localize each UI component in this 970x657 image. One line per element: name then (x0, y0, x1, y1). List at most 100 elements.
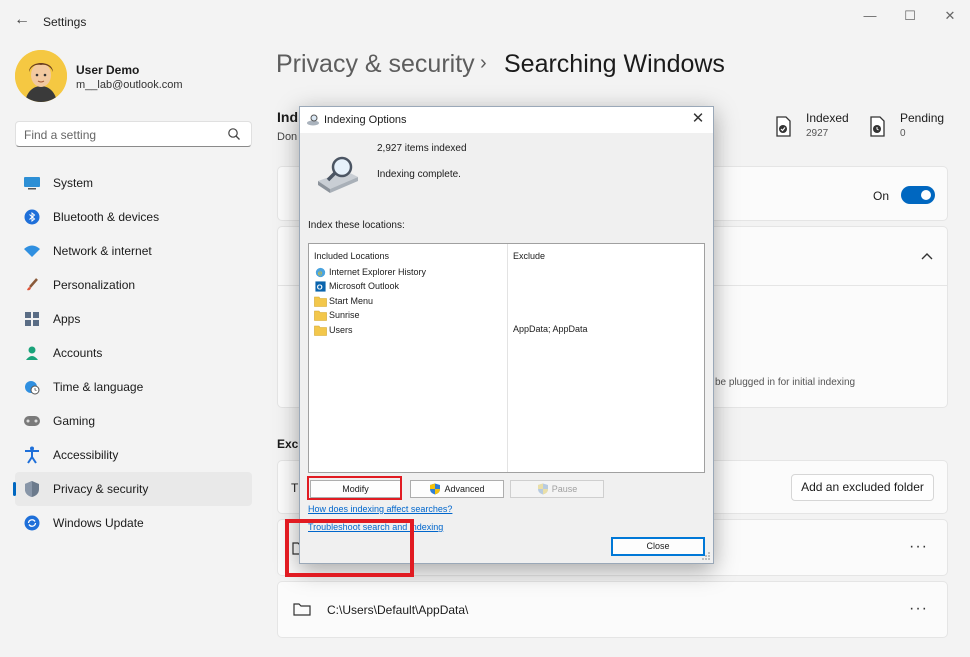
index-locations-label: Index these locations: (308, 220, 405, 231)
ie-history-icon: e (315, 267, 326, 277)
excluded-folder-path: C:\Users\Default\AppData\ (327, 603, 469, 617)
sidebar-item-apps[interactable]: Apps (15, 302, 252, 336)
svg-text:O: O (317, 282, 323, 291)
monitor-icon (23, 174, 41, 192)
advanced-button[interactable]: Advanced (410, 480, 504, 498)
avatar[interactable] (15, 50, 67, 102)
indexed-label: Indexed (806, 111, 849, 125)
location-name: Internet Explorer History (329, 267, 427, 277)
drive-magnifier-icon (318, 156, 358, 193)
search-input[interactable] (24, 126, 224, 143)
sidebar-item-label: Accessibility (53, 448, 119, 462)
add-excluded-folder-button[interactable]: Add an excluded folder (791, 474, 934, 501)
troubleshoot-highlight (285, 519, 414, 577)
breadcrumb-parent[interactable]: Privacy & security (276, 50, 475, 79)
sidebar-item-label: Gaming (53, 414, 96, 428)
list-item[interactable]: O Microsoft Outlook (314, 279, 399, 293)
column-divider (507, 244, 508, 472)
toggle-label: On (873, 189, 890, 203)
dialog-title: Indexing Options (324, 114, 407, 126)
sidebar-item-time-language[interactable]: Time & language (15, 370, 252, 404)
wifi-icon (23, 242, 41, 260)
sidebar-item-personalization[interactable]: Personalization (15, 268, 252, 302)
sidebar-item-label: Windows Update (53, 516, 144, 530)
items-indexed-count: 2,927 items indexed (377, 143, 467, 154)
sidebar-item-label: Bluetooth & devices (53, 210, 160, 224)
title-bar: ← Settings — ☐ ✕ (0, 0, 970, 40)
pending-value: 0 (900, 128, 906, 139)
gamepad-icon (23, 412, 41, 430)
minimize-icon[interactable]: — (860, 8, 880, 24)
pending-doc-icon (870, 116, 885, 137)
sidebar-item-system[interactable]: System (15, 166, 252, 200)
page-title: Searching Windows (504, 50, 725, 78)
included-locations-header[interactable]: Included Locations (314, 251, 389, 261)
sidebar-item-windows-update[interactable]: Windows Update (15, 506, 252, 540)
folder-icon (293, 603, 311, 616)
sidebar-item-gaming[interactable]: Gaming (15, 404, 252, 438)
uac-shield-icon (537, 483, 548, 495)
pause-button[interactable]: Pause (510, 480, 604, 498)
sidebar-item-label: Apps (53, 312, 81, 326)
sidebar-item-accessibility[interactable]: Accessibility (15, 438, 252, 472)
sidebar-item-label: Privacy & security (53, 482, 149, 496)
exclude-header[interactable]: Exclude (513, 251, 545, 261)
indexing-toggle[interactable] (901, 186, 935, 204)
update-icon (23, 514, 41, 532)
pending-label: Pending (900, 111, 945, 125)
back-arrow-icon[interactable]: ← (12, 10, 32, 30)
folder-icon (314, 325, 327, 336)
indexed-value: 2927 (806, 128, 829, 139)
sidebar-item-label: Time & language (53, 380, 144, 394)
pause-button-label: Pause (551, 484, 578, 494)
sidebar-item-privacy-security[interactable]: Privacy & security (13, 472, 252, 506)
maximize-icon[interactable]: ☐ (900, 8, 920, 24)
location-exclude: AppData; AppData (513, 324, 588, 334)
location-name: Start Menu (329, 296, 374, 306)
brush-icon (23, 276, 41, 294)
indexing-status-title: Ind (277, 109, 298, 125)
sidebar-item-bluetooth[interactable]: Bluetooth & devices (15, 200, 252, 234)
locations-list[interactable]: Included Locations Exclude e Internet Ex… (308, 243, 705, 473)
search-icon[interactable] (227, 127, 241, 141)
resize-grip-icon[interactable] (701, 551, 711, 561)
folder-icon (314, 296, 327, 307)
list-item[interactable]: Users (314, 323, 353, 337)
svg-text:e: e (318, 268, 322, 277)
advanced-button-label: Advanced (444, 484, 485, 494)
sidebar-item-label: Accounts (53, 346, 103, 360)
shield-icon (23, 480, 41, 498)
close-icon[interactable]: ✕ (689, 110, 707, 128)
dialog-titlebar[interactable]: Indexing Options ✕ (300, 107, 713, 133)
sidebar-item-label: Personalization (53, 278, 136, 292)
sidebar-item-label: Network & internet (53, 244, 152, 258)
sidebar-item-network[interactable]: Network & internet (15, 234, 252, 268)
location-name: Users (329, 325, 353, 335)
list-item[interactable]: Start Menu (314, 294, 373, 308)
outlook-icon: O (315, 280, 326, 292)
list-item[interactable]: e Internet Explorer History (314, 265, 426, 279)
globe-clock-icon (23, 378, 41, 396)
folder-icon (314, 310, 327, 321)
more-options-icon[interactable]: ··· (909, 600, 928, 618)
more-options-icon[interactable]: ··· (909, 538, 928, 556)
power-requirement-text: be plugged in for initial indexing (715, 377, 856, 388)
app-title: Settings (43, 15, 87, 29)
bluetooth-icon (23, 208, 41, 226)
location-name: Microsoft Outlook (329, 281, 400, 291)
close-button[interactable]: Close (611, 537, 705, 556)
sidebar-item-accounts[interactable]: Accounts (15, 336, 252, 370)
modify-highlight (307, 476, 402, 500)
list-item[interactable]: Sunrise (314, 308, 360, 322)
breadcrumb-separator: › (480, 52, 487, 74)
search-box[interactable] (15, 121, 252, 147)
close-window-icon[interactable]: ✕ (940, 8, 960, 24)
indexing-options-icon (307, 114, 319, 126)
indexing-help-link[interactable]: How does indexing affect searches? (308, 504, 452, 514)
apps-icon (23, 310, 41, 328)
uac-shield-icon (430, 483, 441, 495)
exclude-section-title: Excl (277, 437, 302, 451)
sidebar-nav: System Bluetooth & devices Network & int… (13, 166, 252, 540)
chevron-up-icon[interactable] (920, 249, 934, 263)
sidebar-item-label: System (53, 176, 94, 190)
